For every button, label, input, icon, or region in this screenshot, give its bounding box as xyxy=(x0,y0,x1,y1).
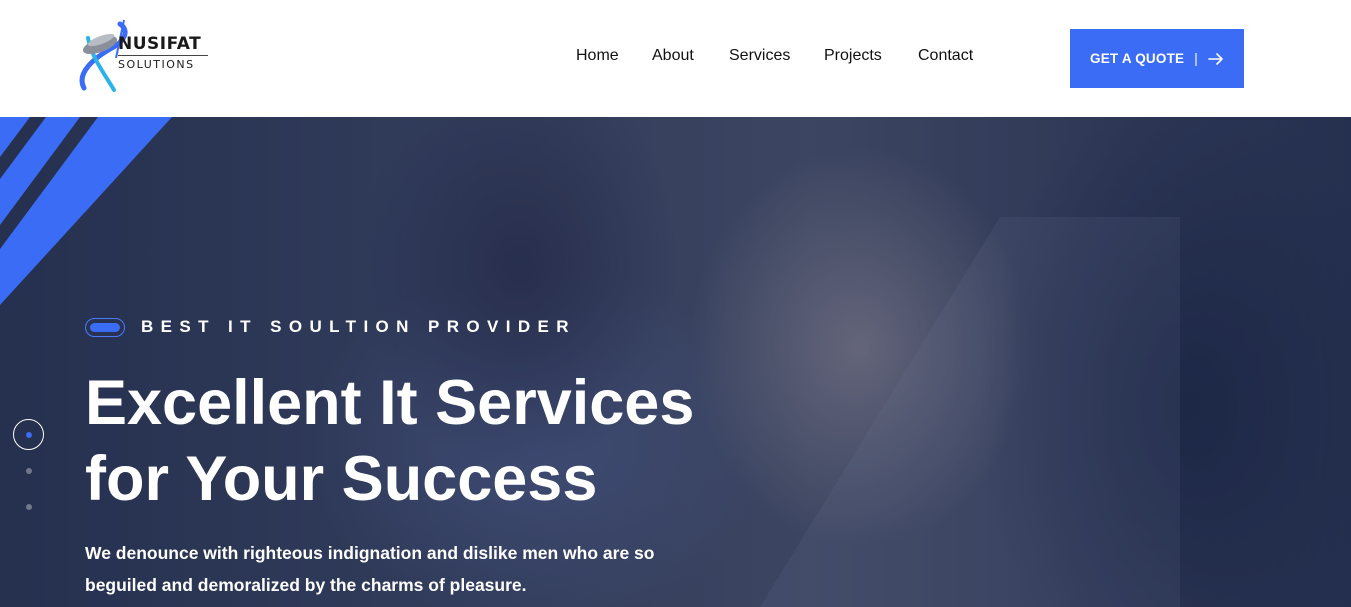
corner-stripes-decoration xyxy=(0,117,172,305)
hero-heading-line1: Excellent It Services xyxy=(85,368,695,438)
hero-heading: Excellent It Services for Your Success xyxy=(85,365,694,517)
hero-diagonal-shape xyxy=(760,217,1180,607)
nav-contact[interactable]: Contact xyxy=(918,47,973,65)
hero-description: We denounce with righteous indignation a… xyxy=(85,543,655,595)
tagline-text: BEST IT SOULTION PROVIDER xyxy=(141,317,576,336)
quote-button-label: GET A QUOTE xyxy=(1090,51,1185,66)
slide-dot-2[interactable] xyxy=(26,468,32,474)
hero-tagline: BEST IT SOULTION PROVIDER xyxy=(85,317,576,337)
hero-section: BEST IT SOULTION PROVIDER Excellent It S… xyxy=(0,117,1351,607)
slide-dot-1[interactable] xyxy=(13,419,44,450)
arrow-right-icon xyxy=(1208,52,1223,65)
brand-logo[interactable]: NUSIFAT SOLUTIONS xyxy=(74,18,214,96)
site-header: NUSIFAT SOLUTIONS Home About Services Pr… xyxy=(0,0,1351,117)
nav-home[interactable]: Home xyxy=(576,47,619,65)
logo-mark-icon xyxy=(79,19,128,92)
slide-dot-3[interactable] xyxy=(26,504,32,510)
logo-subtitle: SOLUTIONS xyxy=(118,58,195,71)
nav-about[interactable]: About xyxy=(652,47,694,65)
hero-heading-line2: for Your Success xyxy=(85,444,598,514)
get-a-quote-button[interactable]: GET A QUOTE | xyxy=(1070,29,1244,88)
logo-wordmark: NUSIFAT xyxy=(118,34,202,54)
logo-divider xyxy=(118,55,208,56)
tagline-pill-icon xyxy=(85,317,125,337)
quote-button-separator: | xyxy=(1194,51,1198,66)
nav-projects[interactable]: Projects xyxy=(824,47,882,65)
nav-services[interactable]: Services xyxy=(729,47,790,65)
